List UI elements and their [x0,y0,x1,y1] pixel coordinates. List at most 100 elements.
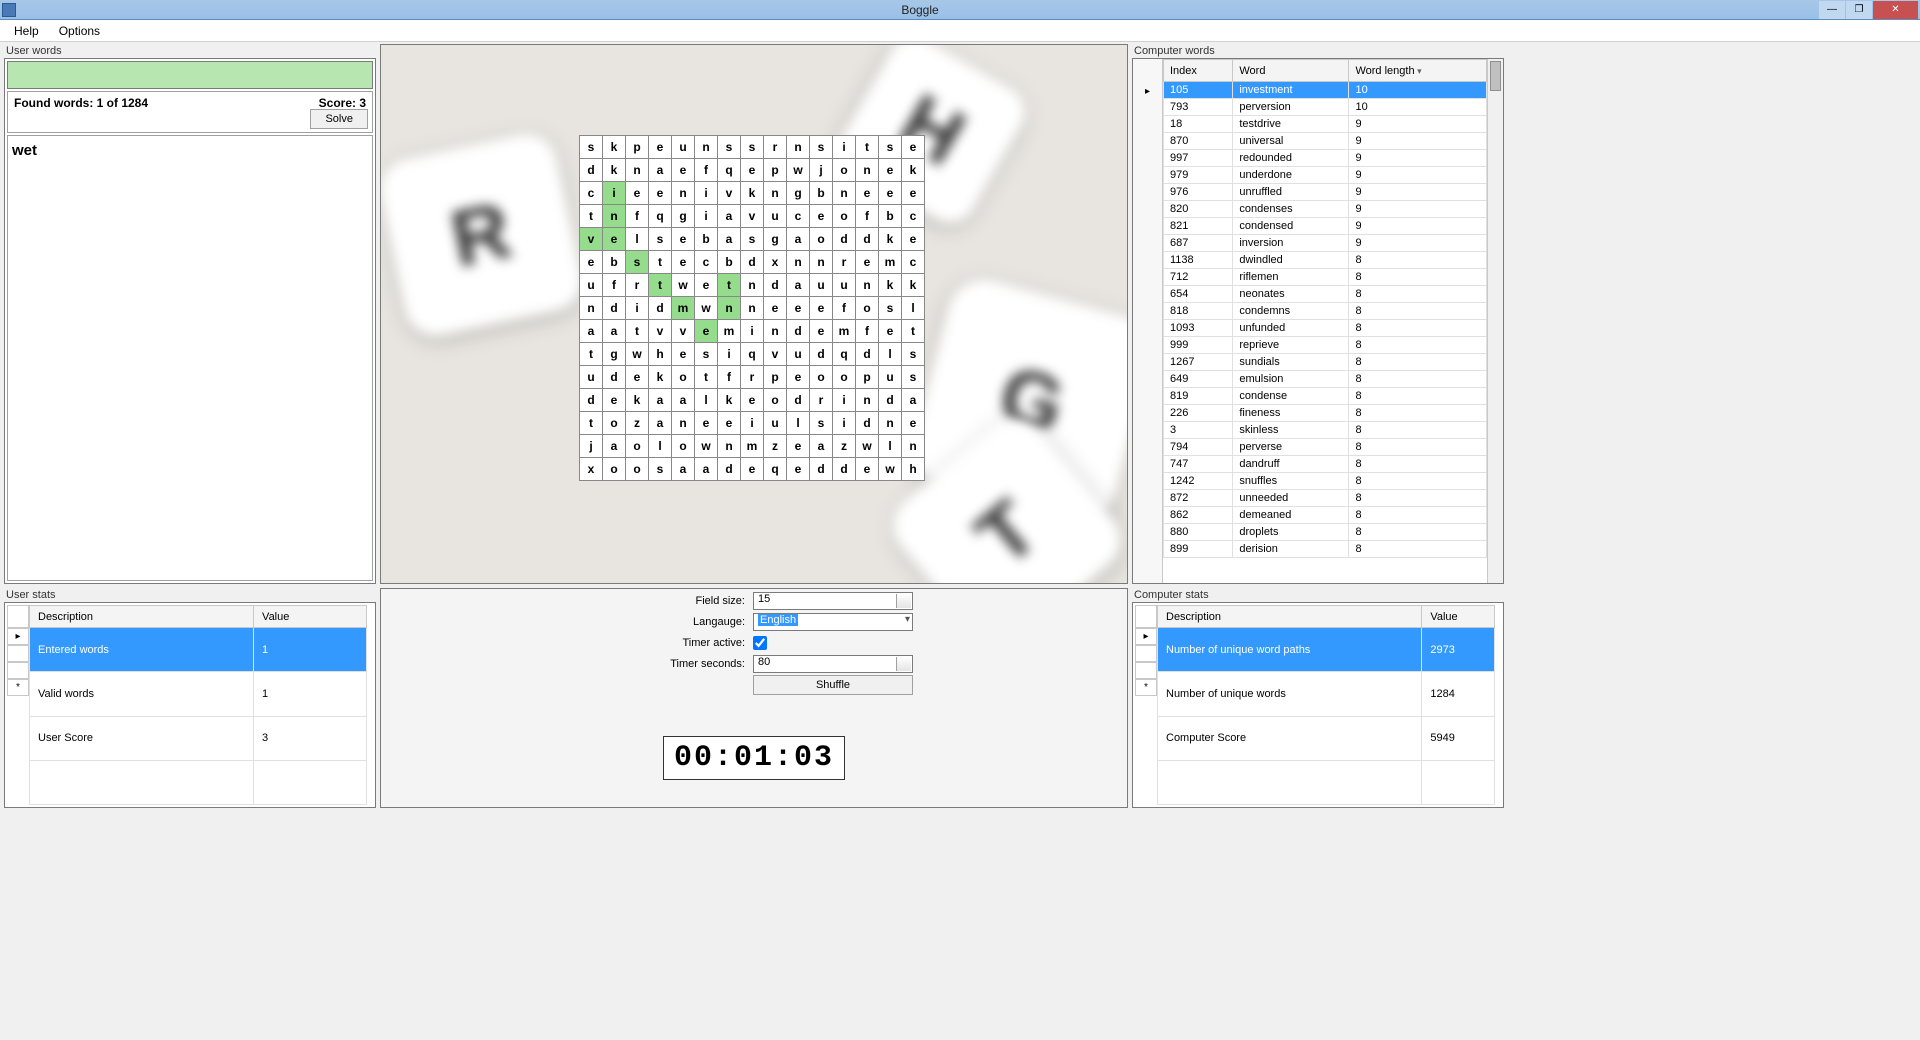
grid-cell[interactable]: l [902,297,925,320]
grid-cell[interactable]: t [856,136,879,159]
table-row[interactable]: 821condensed9 [1164,218,1487,235]
grid-cell[interactable]: c [902,251,925,274]
grid-cell[interactable]: b [718,251,741,274]
timer-active-checkbox[interactable] [753,636,767,650]
grid-cell[interactable]: a [649,159,672,182]
grid-cell[interactable]: d [787,389,810,412]
grid-cell[interactable]: e [603,389,626,412]
grid-cell[interactable]: n [856,274,879,297]
table-row[interactable]: 794perverse8 [1164,439,1487,456]
grid-cell[interactable]: o [810,228,833,251]
grid-cell[interactable]: s [741,136,764,159]
col-val[interactable]: Value [254,606,367,628]
table-row[interactable]: 979underdone9 [1164,167,1487,184]
grid-cell[interactable]: e [741,159,764,182]
grid-cell[interactable]: j [810,159,833,182]
grid-cell[interactable]: e [879,159,902,182]
table-row[interactable]: User Score3 [30,716,367,760]
grid-cell[interactable]: e [672,343,695,366]
grid-cell[interactable]: a [810,435,833,458]
grid-cell[interactable]: w [856,435,879,458]
grid-cell[interactable]: a [649,389,672,412]
grid-cell[interactable]: o [833,159,856,182]
grid-cell[interactable]: c [580,182,603,205]
grid-cell[interactable]: l [787,412,810,435]
table-row[interactable]: 976unruffled9 [1164,184,1487,201]
grid-cell[interactable]: e [695,320,718,343]
grid-cell[interactable]: u [787,343,810,366]
grid-cell[interactable]: z [833,435,856,458]
grid-cell[interactable]: e [787,366,810,389]
grid-cell[interactable]: a [672,389,695,412]
grid-cell[interactable]: t [902,320,925,343]
grid-cell[interactable]: r [810,389,833,412]
grid-cell[interactable]: n [695,136,718,159]
grid-cell[interactable]: d [856,228,879,251]
grid-cell[interactable]: n [856,389,879,412]
grid-cell[interactable]: a [603,435,626,458]
grid-cell[interactable]: k [718,389,741,412]
field-size-input[interactable]: 15 [753,592,913,610]
grid-cell[interactable]: n [741,274,764,297]
grid-cell[interactable]: u [764,412,787,435]
grid-cell[interactable]: e [902,182,925,205]
letter-grid[interactable]: skpeunssrnsitsedknaefqepwjonekcieenivkng… [579,135,925,481]
grid-cell[interactable]: l [879,435,902,458]
grid-cell[interactable]: t [718,274,741,297]
grid-cell[interactable]: e [902,136,925,159]
grid-cell[interactable]: a [902,389,925,412]
grid-cell[interactable]: n [833,182,856,205]
grid-cell[interactable]: n [787,251,810,274]
grid-cell[interactable]: k [902,159,925,182]
grid-cell[interactable]: q [764,458,787,481]
grid-cell[interactable]: e [902,228,925,251]
grid-cell[interactable]: i [626,297,649,320]
grid-cell[interactable]: g [787,182,810,205]
grid-cell[interactable]: e [856,251,879,274]
col-word[interactable]: Word [1233,60,1349,82]
table-row[interactable]: 654neonates8 [1164,286,1487,303]
grid-cell[interactable]: u [833,274,856,297]
table-row[interactable]: 687inversion9 [1164,235,1487,252]
table-row[interactable]: 105investment10 [1164,82,1487,99]
grid-cell[interactable]: j [580,435,603,458]
grid-cell[interactable]: e [810,297,833,320]
grid-cell[interactable]: d [580,159,603,182]
table-row[interactable]: Computer Score5949 [1158,716,1495,760]
grid-cell[interactable]: e [695,412,718,435]
grid-cell[interactable]: e [787,297,810,320]
grid-cell[interactable]: e [879,182,902,205]
table-row[interactable]: 747dandruff8 [1164,456,1487,473]
grid-cell[interactable]: k [626,389,649,412]
menu-help[interactable]: Help [4,22,49,40]
grid-cell[interactable]: i [695,182,718,205]
grid-cell[interactable]: d [718,458,741,481]
grid-cell[interactable]: n [603,205,626,228]
grid-cell[interactable]: e [764,297,787,320]
table-row[interactable]: 999reprieve8 [1164,337,1487,354]
grid-cell[interactable]: b [810,182,833,205]
grid-cell[interactable]: d [856,343,879,366]
grid-cell[interactable]: s [649,228,672,251]
grid-cell[interactable]: p [764,366,787,389]
table-row[interactable]: 649emulsion8 [1164,371,1487,388]
grid-cell[interactable]: i [833,136,856,159]
table-row[interactable]: Valid words1 [30,672,367,716]
grid-cell[interactable]: n [879,412,902,435]
grid-cell[interactable]: n [787,136,810,159]
grid-cell[interactable]: o [626,435,649,458]
grid-cell[interactable]: e [649,136,672,159]
grid-cell[interactable]: m [741,435,764,458]
table-row[interactable]: 1093unfunded8 [1164,320,1487,337]
language-select[interactable]: English [753,613,913,631]
grid-cell[interactable]: o [810,366,833,389]
table-row[interactable]: 226fineness8 [1164,405,1487,422]
grid-cell[interactable]: s [580,136,603,159]
grid-cell[interactable]: q [718,159,741,182]
grid-cell[interactable]: t [580,205,603,228]
grid-cell[interactable]: f [695,159,718,182]
grid-cell[interactable]: o [672,366,695,389]
grid-cell[interactable]: n [626,159,649,182]
grid-cell[interactable]: e [626,366,649,389]
table-row[interactable]: 1242snuffles8 [1164,473,1487,490]
